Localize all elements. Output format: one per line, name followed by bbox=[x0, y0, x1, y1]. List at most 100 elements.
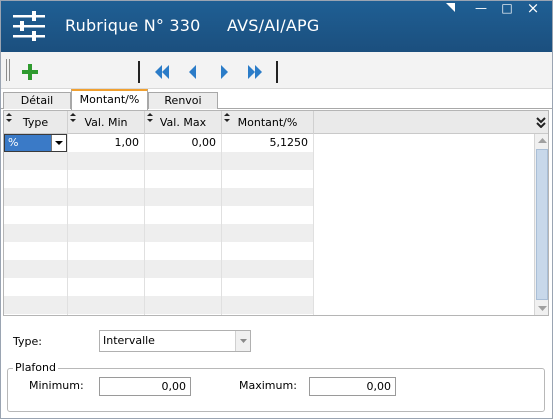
table-cell[interactable] bbox=[68, 188, 145, 206]
add-button[interactable] bbox=[19, 61, 41, 83]
table-row[interactable] bbox=[4, 242, 314, 260]
table-cell[interactable] bbox=[4, 206, 68, 224]
table-cell[interactable] bbox=[222, 224, 314, 242]
cell-type[interactable]: % bbox=[4, 134, 68, 152]
add-icon bbox=[22, 64, 38, 80]
table-cell[interactable] bbox=[68, 278, 145, 296]
column-header-val-max[interactable]: Val. Max bbox=[145, 111, 222, 134]
column-header-type[interactable]: Type bbox=[4, 111, 68, 134]
table-cell[interactable] bbox=[222, 242, 314, 260]
table-cell[interactable] bbox=[145, 152, 222, 170]
maximize-button[interactable]: □ bbox=[497, 1, 517, 17]
corner-resize-icon bbox=[446, 3, 455, 12]
type-combobox[interactable]: Intervalle bbox=[99, 330, 251, 352]
table-cell[interactable] bbox=[68, 296, 145, 314]
table-cell[interactable] bbox=[145, 296, 222, 314]
table-cell[interactable] bbox=[145, 242, 222, 260]
table-cell[interactable] bbox=[222, 278, 314, 296]
table-cell[interactable] bbox=[4, 152, 68, 170]
toolbar-grip[interactable] bbox=[6, 59, 10, 81]
toolbar-separator bbox=[276, 61, 278, 83]
cell-montant[interactable]: 5,1250 bbox=[222, 134, 314, 152]
cell-val-min[interactable]: 1,00 bbox=[68, 134, 145, 152]
table-cell[interactable] bbox=[222, 152, 314, 170]
minimum-input[interactable]: 0,00 bbox=[99, 377, 191, 396]
table-cell[interactable] bbox=[222, 314, 314, 315]
table-cell[interactable] bbox=[68, 314, 145, 315]
chevron-down-icon bbox=[240, 339, 247, 343]
table-row[interactable] bbox=[4, 296, 314, 314]
table-cell[interactable] bbox=[68, 260, 145, 278]
tab-montant[interactable]: Montant/% bbox=[71, 89, 148, 110]
column-chooser-icon[interactable] bbox=[536, 117, 546, 128]
table-row[interactable] bbox=[4, 224, 314, 242]
grid-header: Type Val. Min Val. Max Montant/% bbox=[4, 111, 548, 134]
scroll-up-icon[interactable] bbox=[535, 134, 549, 148]
table-cell[interactable] bbox=[222, 260, 314, 278]
montant-grid: Type Val. Min Val. Max Montant/% % 1,00 … bbox=[3, 110, 549, 316]
table-row[interactable] bbox=[4, 278, 314, 296]
table-cell[interactable] bbox=[4, 224, 68, 242]
table-row[interactable] bbox=[4, 206, 314, 224]
table-row[interactable] bbox=[4, 170, 314, 188]
type-dropdown[interactable]: % bbox=[4, 134, 67, 152]
table-cell[interactable] bbox=[4, 278, 68, 296]
table-cell[interactable] bbox=[4, 296, 68, 314]
cell-val-max[interactable]: 0,00 bbox=[145, 134, 222, 152]
tab-strip: Détail Montant/% Renvoi bbox=[1, 89, 552, 110]
scroll-down-icon[interactable] bbox=[535, 301, 549, 315]
table-cell[interactable] bbox=[145, 170, 222, 188]
table-cell[interactable] bbox=[145, 224, 222, 242]
table-cell[interactable] bbox=[145, 314, 222, 315]
table-cell[interactable] bbox=[4, 242, 68, 260]
scrollbar-thumb[interactable] bbox=[536, 149, 548, 300]
previous-record-button[interactable] bbox=[182, 61, 204, 83]
column-header-val-min[interactable]: Val. Min bbox=[68, 111, 145, 134]
column-header-montant[interactable]: Montant/% bbox=[222, 111, 314, 134]
table-row[interactable] bbox=[4, 260, 314, 278]
table-cell[interactable] bbox=[68, 152, 145, 170]
previous-icon bbox=[189, 65, 196, 79]
table-cell[interactable] bbox=[68, 206, 145, 224]
table-cell[interactable] bbox=[4, 170, 68, 188]
maximum-input[interactable]: 0,00 bbox=[309, 377, 396, 396]
maximum-label: Maximum: bbox=[239, 379, 297, 392]
tab-detail[interactable]: Détail bbox=[3, 92, 71, 109]
table-cell[interactable] bbox=[222, 296, 314, 314]
chevron-down-icon bbox=[55, 141, 63, 145]
table-row[interactable] bbox=[4, 188, 314, 206]
type-value: % bbox=[5, 135, 51, 151]
toolbar-separator bbox=[138, 61, 140, 83]
table-cell[interactable] bbox=[4, 188, 68, 206]
dropdown-button[interactable] bbox=[51, 135, 66, 151]
table-cell[interactable] bbox=[222, 188, 314, 206]
table-cell[interactable] bbox=[145, 188, 222, 206]
table-cell[interactable] bbox=[222, 170, 314, 188]
table-cell[interactable] bbox=[145, 278, 222, 296]
table-row[interactable]: % 1,00 0,00 5,1250 bbox=[4, 134, 314, 152]
settings-sliders-icon bbox=[13, 11, 45, 41]
table-cell[interactable] bbox=[68, 170, 145, 188]
last-icon bbox=[248, 65, 262, 79]
minimum-label: Minimum: bbox=[29, 379, 84, 392]
table-cell[interactable] bbox=[145, 260, 222, 278]
tab-renvoi[interactable]: Renvoi bbox=[148, 92, 218, 109]
table-cell[interactable] bbox=[222, 206, 314, 224]
vertical-scrollbar[interactable] bbox=[534, 134, 549, 315]
table-row[interactable] bbox=[4, 152, 314, 170]
table-cell[interactable] bbox=[4, 260, 68, 278]
last-record-button[interactable] bbox=[244, 61, 266, 83]
table-cell[interactable] bbox=[68, 224, 145, 242]
table-cell[interactable] bbox=[68, 242, 145, 260]
close-button[interactable]: × bbox=[523, 1, 543, 17]
title-bar: Rubrique N° 330 AVS/AI/APG — □ × bbox=[1, 1, 552, 52]
next-record-button[interactable] bbox=[213, 61, 235, 83]
table-row[interactable] bbox=[4, 314, 314, 315]
table-cell[interactable] bbox=[4, 314, 68, 315]
type-label: Type: bbox=[13, 335, 42, 348]
combobox-button[interactable] bbox=[235, 331, 250, 351]
first-record-button[interactable] bbox=[151, 61, 173, 83]
table-cell[interactable] bbox=[145, 206, 222, 224]
type-combobox-value: Intervalle bbox=[103, 334, 155, 347]
minimize-button[interactable]: — bbox=[471, 1, 491, 17]
